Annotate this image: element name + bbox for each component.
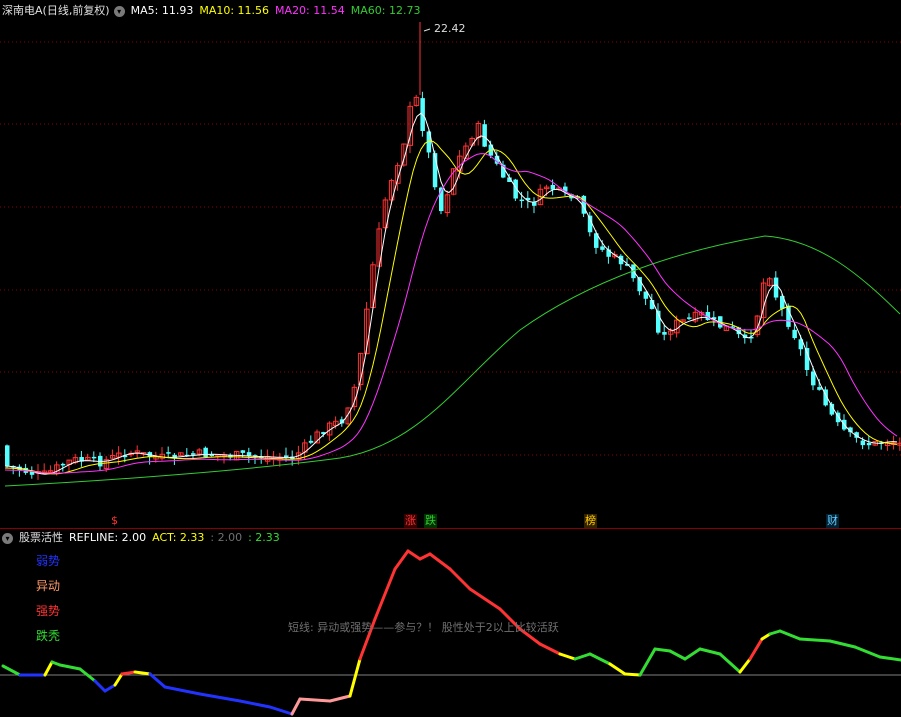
act-line-segment bbox=[43, 660, 54, 677]
act-line-segment bbox=[768, 629, 782, 636]
candle-down bbox=[773, 277, 779, 298]
ma60-label: MA60: 12.73 bbox=[350, 4, 421, 17]
candle-down bbox=[860, 440, 866, 446]
act-line-segment bbox=[798, 637, 832, 643]
level-drop-label: 跌秃 bbox=[36, 629, 61, 643]
refline-label: REFLINE: 2.00 bbox=[69, 531, 147, 544]
peak-price-label: 22.42 bbox=[434, 22, 466, 35]
event-marker-dividend[interactable]: $ bbox=[110, 514, 119, 528]
act-line-segment bbox=[113, 672, 124, 687]
act-line-segment bbox=[133, 670, 152, 676]
level-abnormal-label: 异动 bbox=[36, 579, 61, 593]
act-line-segment bbox=[828, 639, 857, 649]
ma60-line bbox=[4, 235, 901, 487]
act-line-segment bbox=[573, 652, 592, 661]
candle-down bbox=[811, 371, 816, 386]
candle-down bbox=[662, 331, 667, 335]
act-line-segment bbox=[93, 679, 107, 693]
act-line-segment bbox=[428, 552, 452, 571]
price-legend: 深南电A(日线,前复权) ▾ MA5: 11.93 MA10: 11.56 MA… bbox=[2, 3, 426, 19]
act-line-segment bbox=[1, 664, 22, 677]
candle-down bbox=[246, 452, 252, 456]
act-line-segment bbox=[393, 549, 410, 571]
act-line-segment bbox=[683, 647, 702, 661]
level-weak-label: 弱势 bbox=[36, 554, 61, 568]
act-line-segment bbox=[328, 694, 352, 703]
act-line-segment bbox=[373, 567, 397, 621]
act-line-segment bbox=[853, 645, 882, 659]
act-line-segment bbox=[588, 652, 612, 666]
candle-down bbox=[60, 463, 66, 466]
act-line-segment bbox=[268, 705, 294, 716]
act-line-segment bbox=[58, 663, 82, 671]
act-line-segment bbox=[778, 629, 802, 641]
level-strong-label: 强势 bbox=[36, 604, 61, 618]
act-line-segment bbox=[668, 649, 687, 661]
act-line-segment bbox=[290, 697, 302, 716]
act-line-segment bbox=[638, 647, 657, 677]
candle-down bbox=[91, 456, 97, 459]
candle-down bbox=[240, 450, 246, 453]
value-label-2: : 2.33 bbox=[248, 531, 280, 544]
candle-down bbox=[817, 387, 822, 390]
act-line-segment bbox=[738, 657, 752, 674]
chart-window: 深南电A(日线,前复权) ▾ MA5: 11.93 MA10: 11.56 MA… bbox=[0, 0, 901, 717]
ma20-label: MA20: 11.54 bbox=[275, 4, 345, 17]
indicator-legend: ▾ 股票活性 REFLINE: 2.00 ACT: 2.33 : 2.00 : … bbox=[2, 530, 286, 546]
peak-pointer bbox=[423, 28, 431, 32]
collapse-icon[interactable]: ▾ bbox=[113, 5, 125, 17]
candle-down bbox=[792, 329, 797, 339]
act-line-segment bbox=[120, 670, 137, 676]
candle-down bbox=[687, 317, 692, 319]
act-line-segment bbox=[653, 647, 672, 653]
act-line-segment bbox=[406, 549, 422, 561]
act-line-segment bbox=[148, 672, 167, 689]
candle-down bbox=[804, 348, 810, 371]
price-chart[interactable] bbox=[0, 0, 901, 529]
value-label-1: : 2.00 bbox=[210, 531, 243, 544]
act-line-segment bbox=[198, 692, 242, 703]
act-line-segment bbox=[448, 567, 472, 591]
candle-down bbox=[600, 246, 605, 250]
candle-down bbox=[482, 124, 487, 147]
act-line-segment bbox=[238, 699, 272, 709]
act-label: ACT: 2.33 bbox=[152, 531, 205, 544]
act-line-segment bbox=[878, 655, 901, 662]
act-line-segment bbox=[163, 685, 202, 696]
ma5-label: MA5: 11.93 bbox=[130, 4, 194, 17]
strategy-note: 短线: 异动或强势——参与？！ 股性处于2以上比较活跃 bbox=[288, 621, 559, 634]
collapse-icon[interactable]: ▾ bbox=[2, 532, 13, 544]
act-line-segment bbox=[103, 683, 117, 693]
act-line-segment bbox=[698, 647, 722, 656]
candle-down bbox=[5, 445, 10, 466]
candle-down bbox=[866, 442, 872, 446]
act-line-segment bbox=[418, 552, 432, 561]
candle-down bbox=[308, 440, 314, 443]
act-line-segment bbox=[468, 587, 502, 611]
act-line-segment bbox=[748, 637, 764, 661]
event-marker-fall[interactable]: 跌 bbox=[424, 514, 437, 528]
act-line-segment bbox=[558, 652, 577, 661]
candle-down bbox=[166, 452, 171, 454]
ma10-label: MA10: 11.56 bbox=[199, 4, 270, 17]
candle-down bbox=[284, 455, 289, 458]
indicator-title: 股票活性 bbox=[19, 531, 63, 544]
act-line-segment bbox=[608, 662, 627, 676]
candle-down bbox=[191, 453, 196, 455]
candle-down bbox=[550, 184, 556, 190]
price-panel[interactable]: 深南电A(日线,前复权) ▾ MA5: 11.93 MA10: 11.56 MA… bbox=[0, 0, 901, 529]
candle-down bbox=[519, 199, 525, 202]
stock-title: 深南电A(日线,前复权) bbox=[2, 4, 110, 17]
candle-down bbox=[203, 447, 208, 458]
event-marker-ranking[interactable]: 榜 bbox=[584, 514, 597, 528]
act-line-segment bbox=[718, 652, 742, 674]
act-line-segment bbox=[623, 672, 642, 677]
act-line-segment bbox=[298, 697, 332, 703]
event-marker-rise[interactable]: 涨 bbox=[404, 514, 417, 528]
act-line-segment bbox=[538, 642, 562, 656]
act-line-segment bbox=[348, 657, 362, 698]
event-marker-finance[interactable]: 财 bbox=[826, 514, 839, 528]
